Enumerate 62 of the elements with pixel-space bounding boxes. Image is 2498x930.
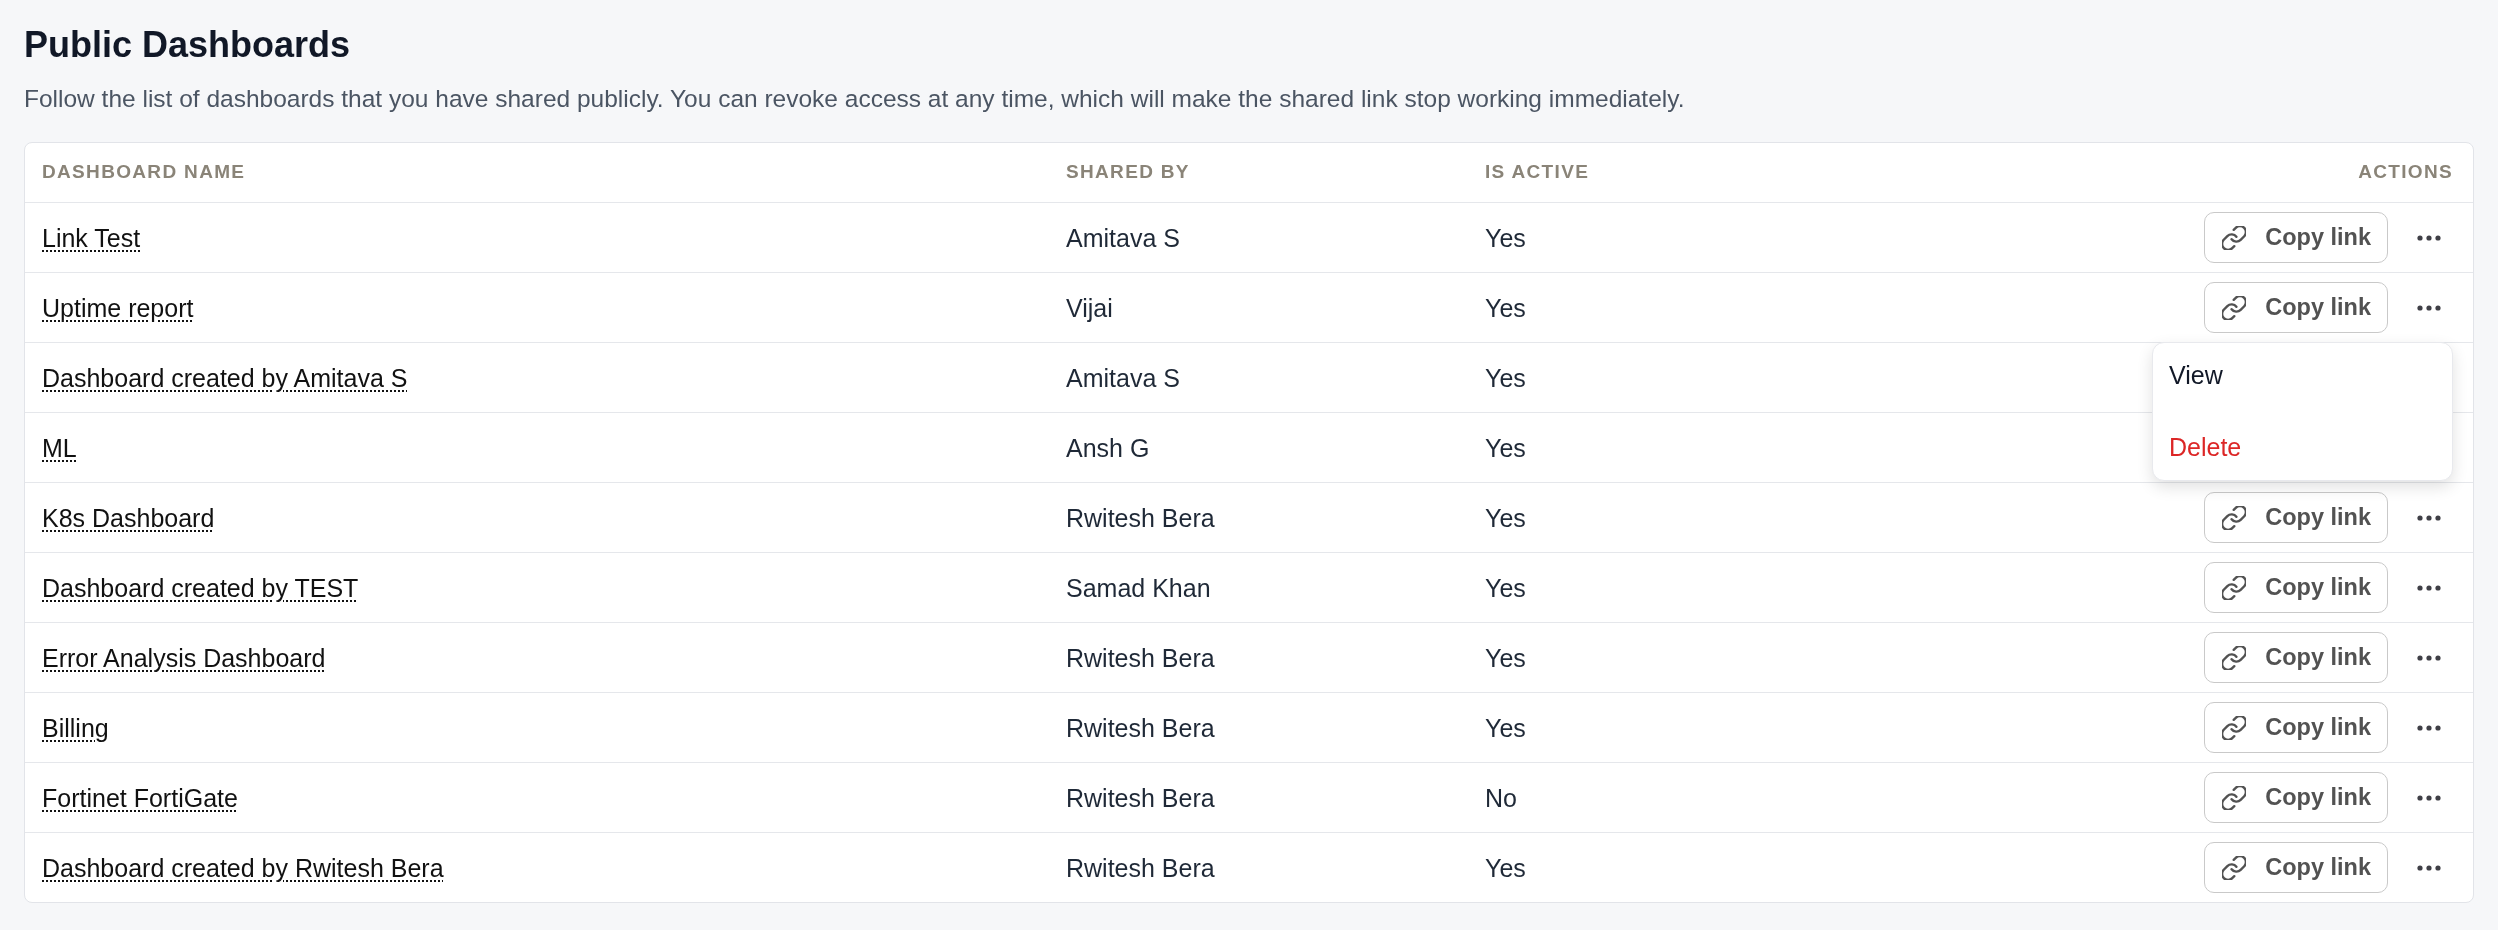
dashboard-link[interactable]: ML (42, 431, 77, 464)
shared-by-cell-text: Amitava S (1066, 362, 1180, 394)
column-header: DASHBOARD NAME (42, 160, 246, 185)
shared-by-cell-text: Rwitesh Bera (1066, 782, 1215, 814)
ellipsis-icon (2417, 864, 2441, 871)
dashboard-link[interactable]: Dashboard created by TEST (42, 571, 359, 604)
link-icon (2222, 225, 2247, 250)
dashboard-link[interactable]: Fortinet FortiGate (42, 781, 238, 814)
copy-link-button[interactable]: Copy link (2204, 772, 2388, 823)
is-active-cell-text: Yes (1485, 222, 1526, 254)
is-active-cell-text: Yes (1485, 712, 1526, 744)
shared-by-cell-text: Ansh G (1066, 432, 1150, 464)
shared-by-cell-text: Rwitesh Bera (1066, 642, 1215, 674)
is-active-cell-text: Yes (1485, 292, 1526, 324)
copy-link-button[interactable]: Copy link (2204, 212, 2388, 263)
column-header: SHARED BY (1066, 160, 1190, 185)
link-icon (2222, 295, 2247, 320)
ellipsis-icon (2417, 234, 2441, 241)
page-description: Follow the list of dashboards that you have shared publicly. You can revoke access at any time, which will make the shared link stop working immediately. (24, 84, 1685, 114)
is-active-cell-text: Yes (1485, 642, 1526, 674)
ellipsis-icon (2417, 724, 2441, 731)
dashboard-link[interactable]: K8s Dashboard (42, 501, 215, 534)
dashboard-link[interactable]: Uptime report (42, 291, 194, 324)
is-active-cell-text: Yes (1485, 502, 1526, 534)
link-icon (2222, 505, 2247, 530)
is-active-cell-text: Yes (1485, 572, 1526, 604)
is-active-cell-text: Yes (1485, 432, 1526, 464)
copy-link-button[interactable]: Copy link (2204, 842, 2388, 893)
shared-by-cell-text: Rwitesh Bera (1066, 712, 1215, 744)
copy-link-button[interactable]: Copy link (2204, 632, 2388, 683)
shared-by-cell-text: Rwitesh Bera (1066, 502, 1215, 534)
ellipsis-icon (2417, 304, 2441, 311)
ellipsis-icon (2417, 794, 2441, 801)
copy-link-button[interactable]: Copy link (2204, 702, 2388, 753)
ellipsis-icon (2417, 514, 2441, 521)
menu-item[interactable]: Delete (2153, 416, 2452, 480)
copy-link-button[interactable]: Copy link (2204, 562, 2388, 613)
dashboard-link[interactable]: Billing (42, 711, 109, 744)
dashboard-link[interactable]: Dashboard created by Amitava S (42, 361, 408, 394)
link-icon (2222, 715, 2247, 740)
shared-by-cell-text: Samad Khan (1066, 572, 1211, 604)
link-icon (2222, 785, 2247, 810)
menu-item[interactable]: View (2153, 344, 2452, 408)
is-active-cell-text: No (1485, 782, 1517, 814)
shared-by-cell-text: Rwitesh Bera (1066, 852, 1215, 884)
dashboard-link[interactable]: Link Test (42, 221, 141, 254)
is-active-cell-text: Yes (1485, 852, 1526, 884)
shared-by-cell-text: Vijai (1066, 292, 1113, 324)
shared-by-cell-text: Amitava S (1066, 222, 1180, 254)
ellipsis-icon (2417, 584, 2441, 591)
link-icon (2222, 575, 2247, 600)
is-active-cell-text: Yes (1485, 362, 1526, 394)
column-header: IS ACTIVE (1485, 160, 1590, 185)
ellipsis-icon (2417, 654, 2441, 661)
dashboard-link[interactable]: Dashboard created by Rwitesh Bera (42, 851, 444, 884)
link-icon (2222, 855, 2247, 880)
page-title: Public Dashboards (24, 23, 351, 66)
dashboard-link[interactable]: Error Analysis Dashboard (42, 641, 326, 674)
copy-link-button[interactable]: Copy link (2204, 492, 2388, 543)
link-icon (2222, 645, 2247, 670)
copy-link-button[interactable]: Copy link (2204, 282, 2388, 333)
column-header: ACTIONS (2358, 160, 2453, 185)
